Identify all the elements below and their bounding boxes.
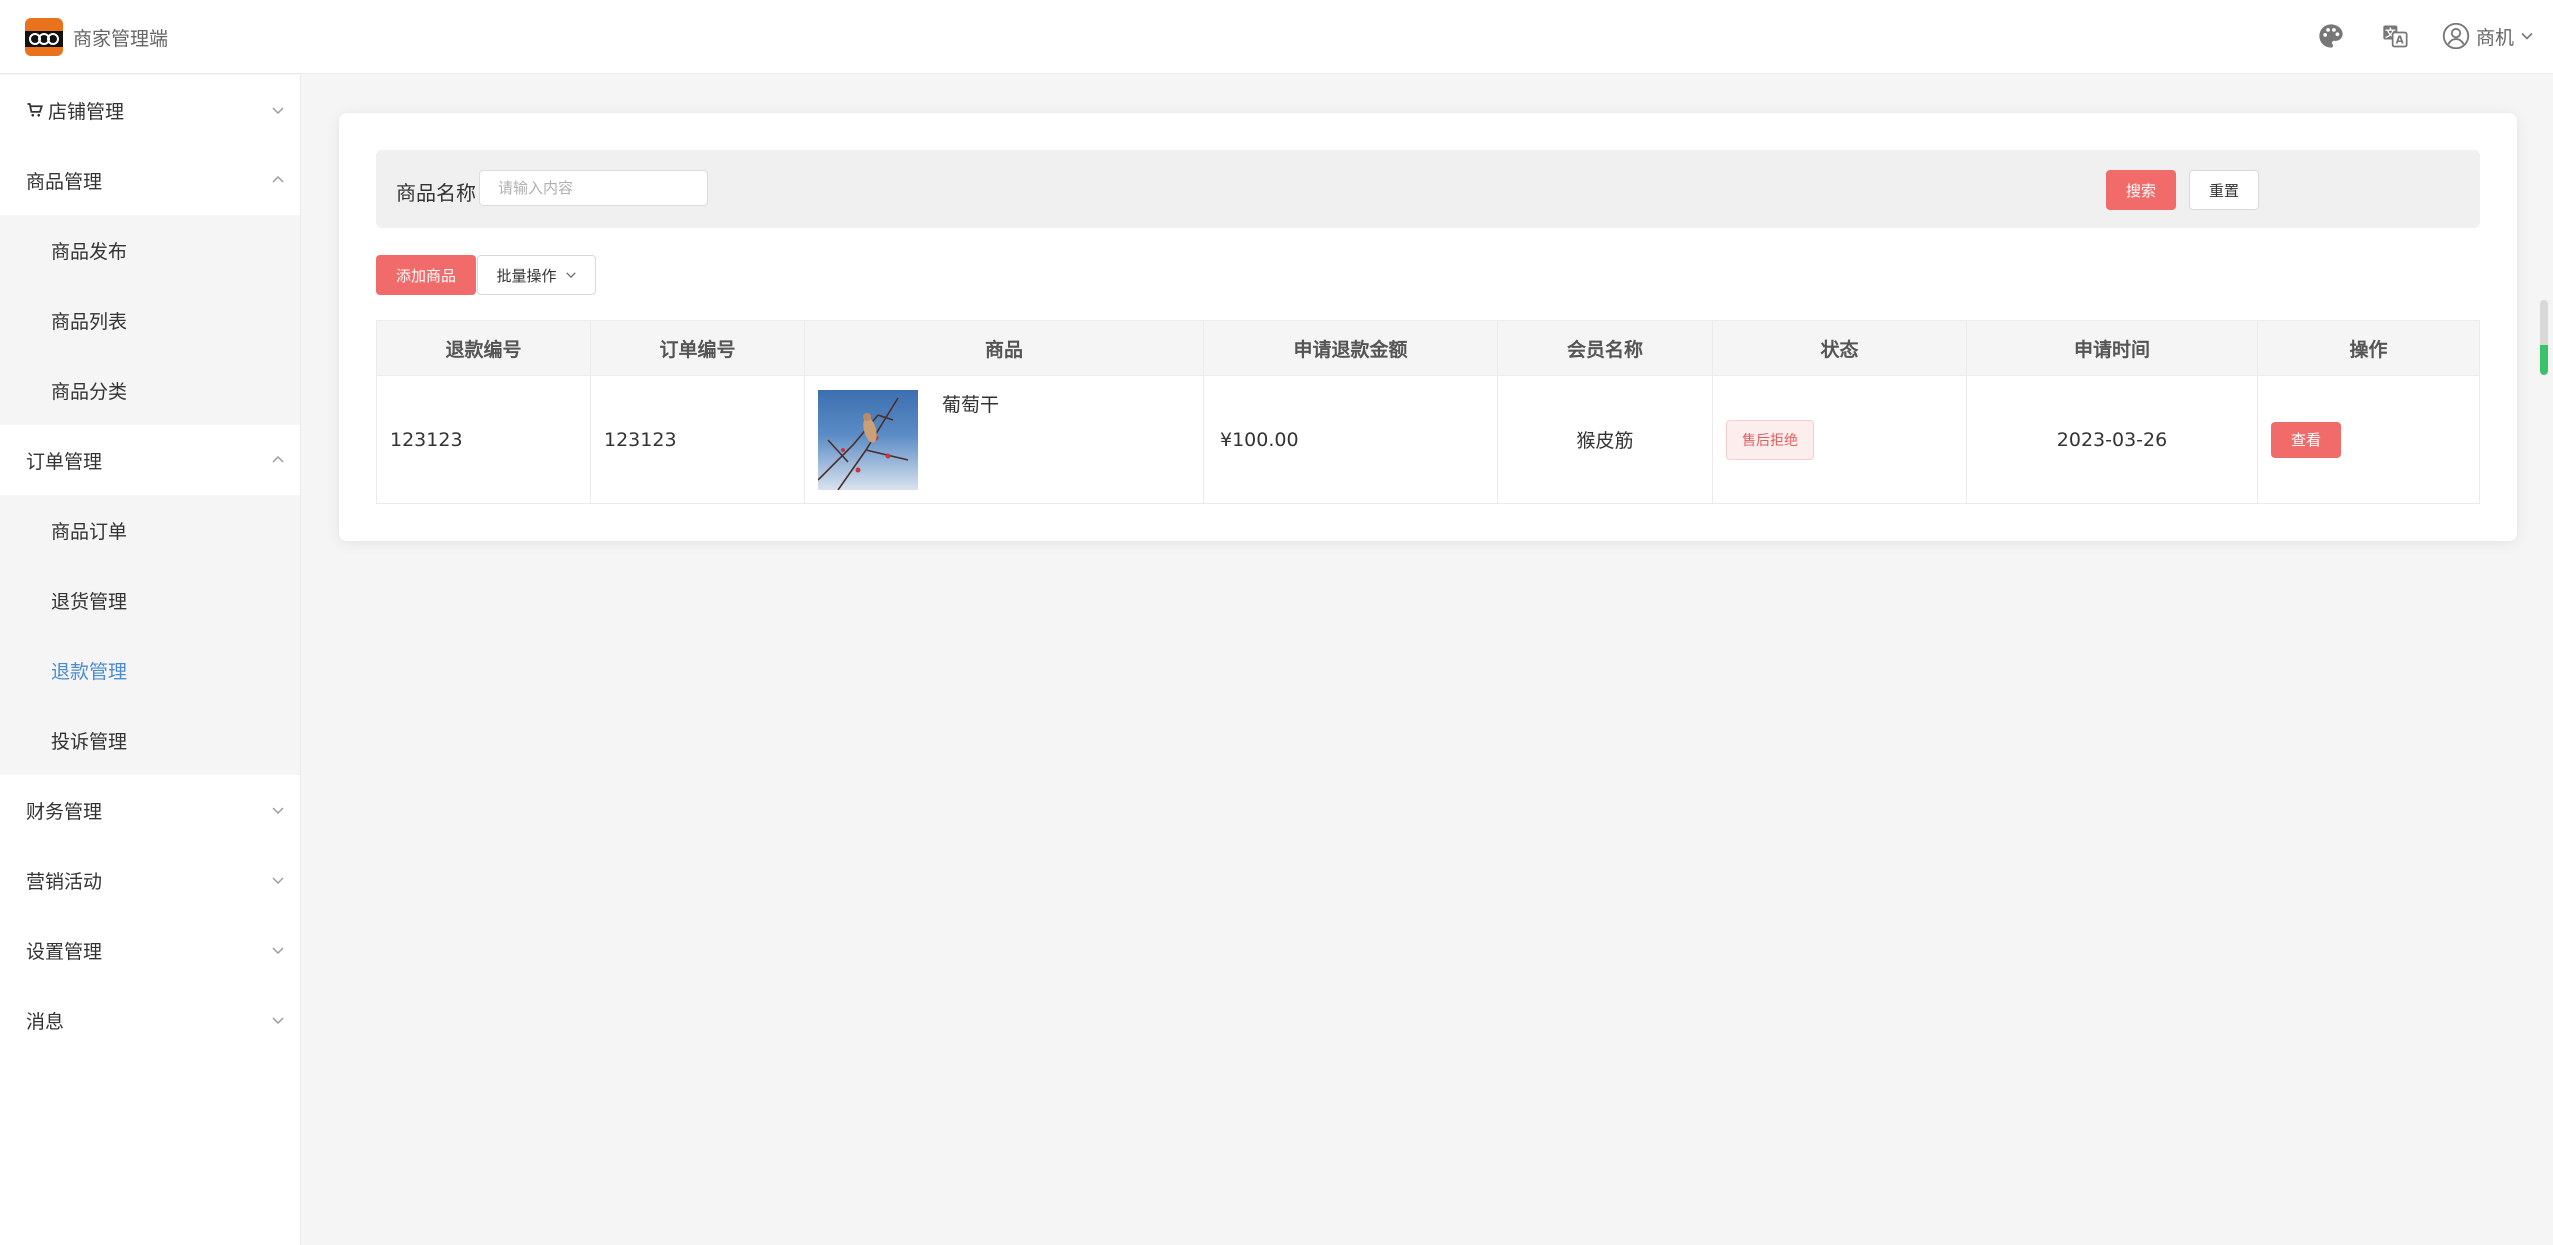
col-order-no: 订单编号 <box>591 321 805 375</box>
user-menu[interactable]: 商机 <box>2442 22 2534 50</box>
user-name: 商机 <box>2476 26 2515 49</box>
col-goods: 商品 <box>805 321 1204 375</box>
sidebar-item-goods[interactable]: 商品管理 <box>0 145 300 215</box>
chevron-down-icon <box>565 272 576 279</box>
content-card: 商品名称 搜索 重置 添加商品 批量操作 退款编号 订单编号 商品 申请退款金额… <box>339 113 2517 541</box>
add-goods-button[interactable]: 添加商品 <box>376 255 476 295</box>
sidebar-item-label: 营销活动 <box>26 870 103 893</box>
scroll-indicator[interactable] <box>2540 300 2548 375</box>
sidebar-item-label: 财务管理 <box>26 800 103 823</box>
chevron-down-icon <box>272 1017 284 1024</box>
app-title: 商家管理端 <box>73 28 169 50</box>
col-amount: 申请退款金额 <box>1204 321 1498 375</box>
orders-submenu: 商品订单 退货管理 退款管理 投诉管理 <box>0 495 300 775</box>
member-cell: 猴皮筋 <box>1498 376 1713 503</box>
sidebar-item-label: 设置管理 <box>26 940 103 963</box>
goods-name: 葡萄干 <box>942 394 1000 416</box>
amount-cell: ¥100.00 <box>1204 376 1498 503</box>
goods-thumbnail <box>818 389 918 490</box>
goods-submenu: 商品发布 商品列表 商品分类 <box>0 215 300 425</box>
goods-cell: 葡萄干 <box>805 376 1204 503</box>
status-badge: 售后拒绝 <box>1726 419 1814 460</box>
reset-button[interactable]: 重置 <box>2189 170 2259 210</box>
order-no-cell: 123123 <box>591 376 805 503</box>
batch-operation-label: 批量操作 <box>496 266 557 285</box>
chevron-down-icon <box>272 107 284 114</box>
action-cell: 查看 <box>2258 376 2479 503</box>
table-row: 123123 123123 葡萄干 ¥100.00 猴皮筋 售后拒绝 2023-… <box>377 375 2479 503</box>
batch-operation-button[interactable]: 批量操作 <box>477 255 596 295</box>
search-bar: 商品名称 搜索 重置 <box>376 150 2480 228</box>
sidebar-item-goods-orders[interactable]: 商品订单 <box>0 495 300 565</box>
app-logo <box>25 18 63 56</box>
chevron-up-icon <box>272 456 284 463</box>
sidebar-item-goods-category[interactable]: 商品分类 <box>0 355 300 425</box>
chevron-down-icon <box>272 807 284 814</box>
refund-table: 退款编号 订单编号 商品 申请退款金额 会员名称 状态 申请时间 操作 1231… <box>376 320 2480 504</box>
search-input[interactable] <box>479 170 708 206</box>
view-button[interactable]: 查看 <box>2271 421 2341 458</box>
sidebar-item-label: 商品管理 <box>26 170 103 193</box>
sidebar-item-refunds[interactable]: 退款管理 <box>0 635 300 705</box>
col-status: 状态 <box>1713 321 1967 375</box>
sidebar-item-complaints[interactable]: 投诉管理 <box>0 705 300 775</box>
chevron-down-icon <box>2521 32 2533 40</box>
chevron-down-icon <box>272 947 284 954</box>
search-label: 商品名称 <box>396 181 476 205</box>
palette-icon[interactable] <box>2317 22 2345 50</box>
top-header: 商家管理端 文 A 商机 <box>0 0 2553 74</box>
sidebar-item-messages[interactable]: 消息 <box>0 985 300 1055</box>
svg-text:A: A <box>2396 35 2405 47</box>
sidebar-item-finance[interactable]: 财务管理 <box>0 775 300 845</box>
bird-branch-image <box>818 397 909 490</box>
user-avatar-icon <box>2442 22 2470 50</box>
col-refund-no: 退款编号 <box>377 321 591 375</box>
status-cell: 售后拒绝 <box>1713 376 1967 503</box>
sidebar-item-goods-list[interactable]: 商品列表 <box>0 285 300 355</box>
table-header: 退款编号 订单编号 商品 申请退款金额 会员名称 状态 申请时间 操作 <box>377 321 2479 375</box>
col-action: 操作 <box>2349 338 2388 361</box>
sidebar-item-returns[interactable]: 退货管理 <box>0 565 300 635</box>
sidebar-item-label: 订单管理 <box>26 450 103 473</box>
time-cell: 2023-03-26 <box>1967 376 2258 503</box>
col-member: 会员名称 <box>1498 321 1713 375</box>
refund-no-cell: 123123 <box>377 376 591 503</box>
sidebar-item-shop[interactable]: 店铺管理 <box>0 75 300 145</box>
col-time: 申请时间 <box>1967 321 2258 375</box>
sidebar-item-label: 店铺管理 <box>48 100 125 123</box>
sidebar-item-orders[interactable]: 订单管理 <box>0 425 300 495</box>
cart-icon <box>27 103 43 117</box>
chevron-down-icon <box>272 877 284 884</box>
sidebar: 店铺管理 商品管理 商品发布 商品列表 商品分类 订单管理 商品订单 退货管理 … <box>0 75 301 1245</box>
search-button[interactable]: 搜索 <box>2106 170 2176 210</box>
sidebar-item-marketing[interactable]: 营销活动 <box>0 845 300 915</box>
chevron-up-icon <box>272 176 284 183</box>
sidebar-item-label: 消息 <box>26 1010 65 1033</box>
sidebar-item-settings[interactable]: 设置管理 <box>0 915 300 985</box>
translate-icon[interactable]: 文 A <box>2381 22 2409 50</box>
sidebar-item-goods-publish[interactable]: 商品发布 <box>0 215 300 285</box>
